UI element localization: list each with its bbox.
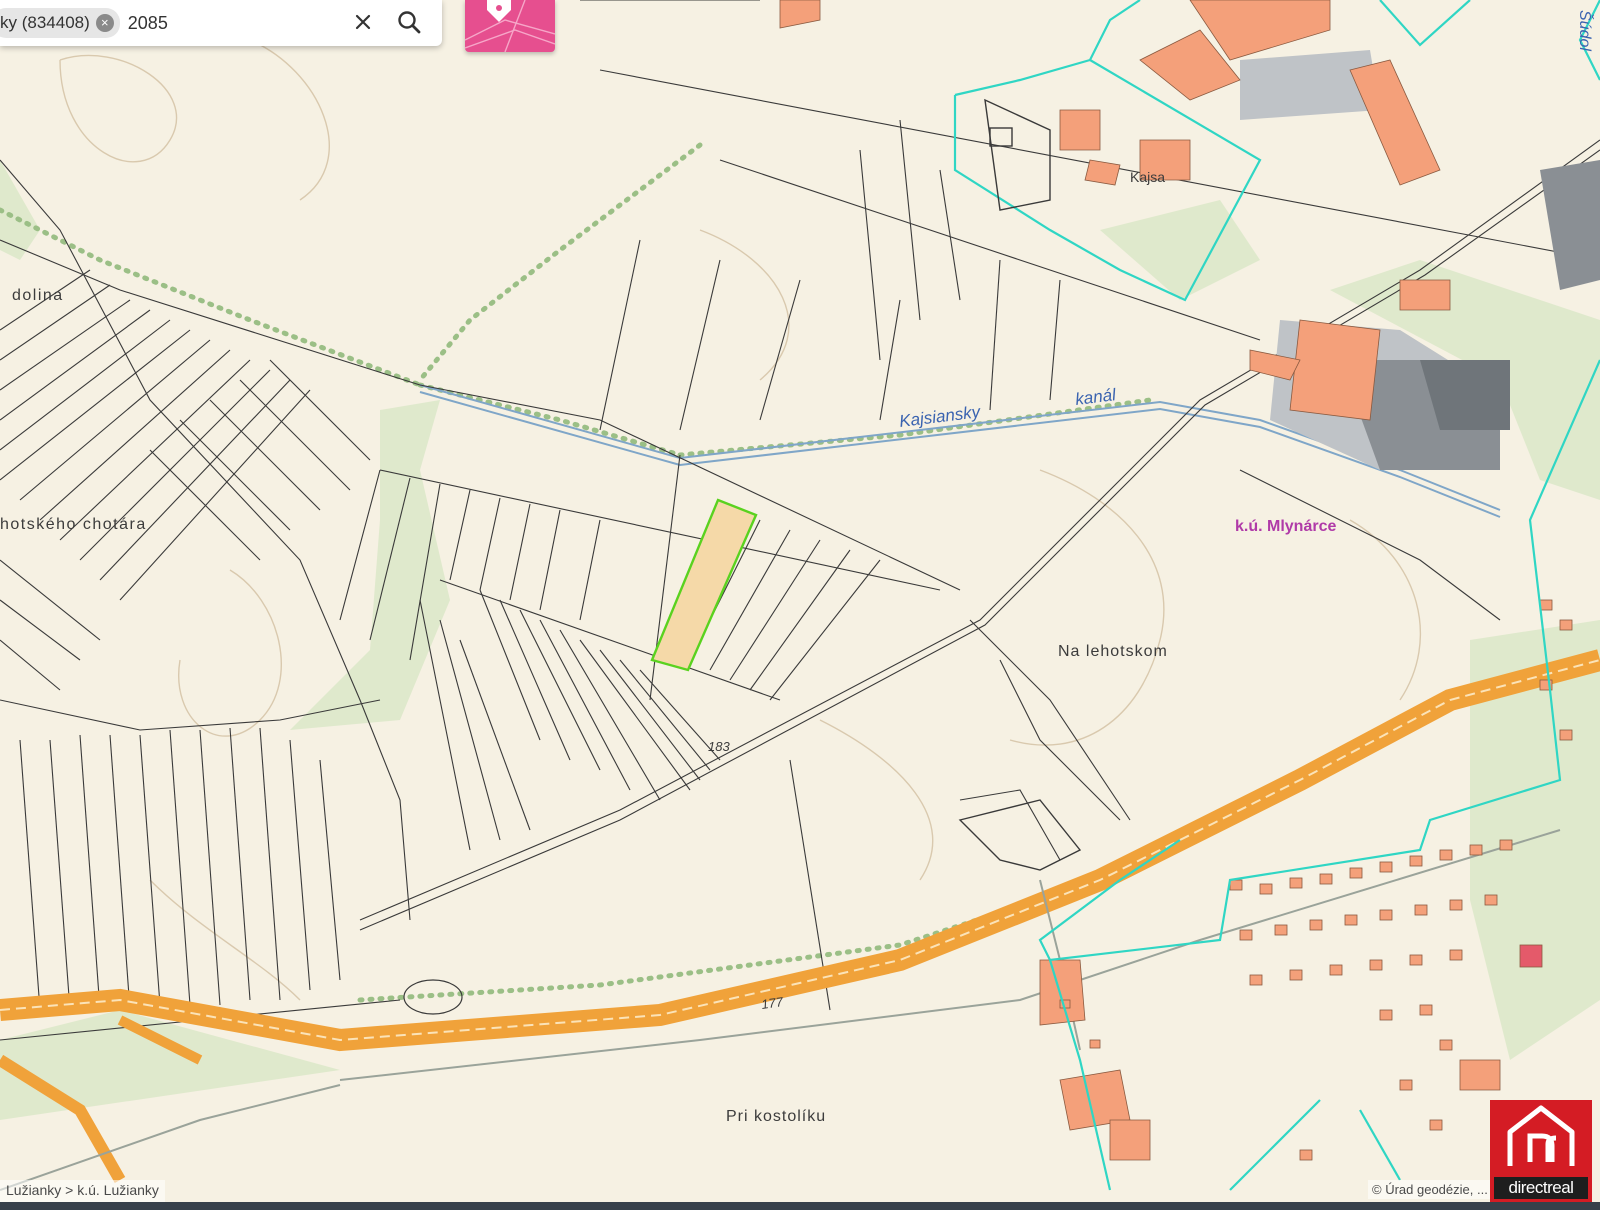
close-icon (355, 14, 371, 30)
search-filter-chip-label: ky (834408) (0, 13, 90, 32)
map-attribution: © Úrad geodézie, ... (1368, 1180, 1492, 1199)
directreal-logo[interactable]: directreal (1490, 1100, 1592, 1202)
label-pri-kostolku: Pri kostolíku (726, 1108, 826, 1125)
label-elevation-177: 177 (760, 994, 784, 1012)
search-input[interactable] (125, 11, 320, 35)
label-elevation-183: 183 (708, 739, 730, 754)
search-button[interactable] (392, 5, 426, 39)
map-pin-icon (465, 0, 555, 52)
clear-search-button[interactable] (346, 5, 380, 39)
search-bar[interactable]: ky (834408) × (0, 0, 442, 46)
chip-close-icon[interactable]: × (95, 14, 114, 32)
label-dolina: dolina (12, 287, 64, 304)
logo-mark-icon (1507, 1105, 1575, 1166)
map-layer-button[interactable] (465, 0, 555, 52)
search-filter-chip[interactable]: ky (834408) × (0, 8, 120, 38)
bottom-status-strip (0, 1202, 1600, 1210)
logo-wordmark: directreal (1494, 1177, 1588, 1199)
label-sudol: Šúdol (1576, 10, 1595, 51)
label-chotara: hotského chotára (0, 516, 147, 533)
label-kajsa: Kajsa (1130, 169, 1165, 185)
label-na-lehotskom: Na lehotskom (1058, 643, 1168, 660)
label-mlynarce: k.ú. Mlynárce (1235, 518, 1336, 535)
search-icon (398, 11, 421, 34)
cadastral-map[interactable]: dolina hotského chotára Kajsiansky kanál… (0, 0, 1600, 1210)
